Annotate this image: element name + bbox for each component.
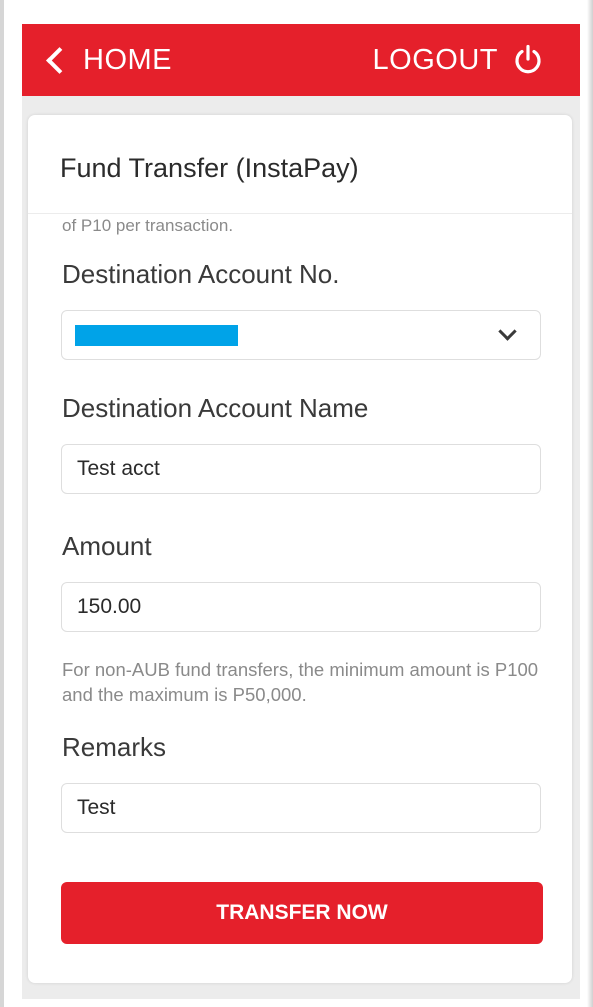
logout-label: LOGOUT: [372, 43, 498, 76]
destination-account-name-label: Destination Account Name: [62, 393, 369, 423]
amount-label: Amount: [62, 531, 152, 561]
home-label: HOME: [83, 43, 172, 76]
remarks-field[interactable]: Test: [61, 783, 541, 833]
destination-account-no-label: Destination Account No.: [62, 259, 340, 289]
home-button[interactable]: HOME: [44, 40, 172, 80]
fund-transfer-card: Fund Transfer (InstaPay) of P10 per tran…: [28, 115, 572, 983]
destination-account-no-select[interactable]: [61, 310, 541, 360]
app-screen: HOME LOGOUT Fund Transfer (InstaPay) of …: [0, 0, 593, 1007]
amount-field[interactable]: 150.00: [61, 582, 541, 632]
transfer-now-button[interactable]: TRANSFER NOW: [61, 882, 543, 944]
right-edge-shadow: [587, 0, 593, 1007]
left-edge-divider: [0, 0, 4, 1007]
redacted-account-number: [75, 325, 238, 346]
title-divider: [28, 213, 572, 214]
amount-value: 150.00: [77, 595, 142, 618]
top-nav-bar: HOME LOGOUT: [22, 24, 580, 96]
page-title: Fund Transfer (InstaPay): [60, 153, 359, 183]
fee-note: of P10 per transaction.: [62, 216, 234, 235]
amount-limits-hint: For non-AUB fund transfers, the minimum …: [62, 659, 539, 705]
remarks-label: Remarks: [62, 732, 167, 762]
chevron-down-icon: [498, 322, 517, 341]
remarks-value: Test: [77, 796, 116, 819]
chevron-left-icon: [46, 46, 73, 74]
logout-button[interactable]: LOGOUT: [373, 40, 544, 80]
power-icon: [512, 44, 544, 76]
destination-account-name-field[interactable]: Test acct: [61, 444, 541, 494]
destination-account-name-value: Test acct: [77, 457, 160, 480]
